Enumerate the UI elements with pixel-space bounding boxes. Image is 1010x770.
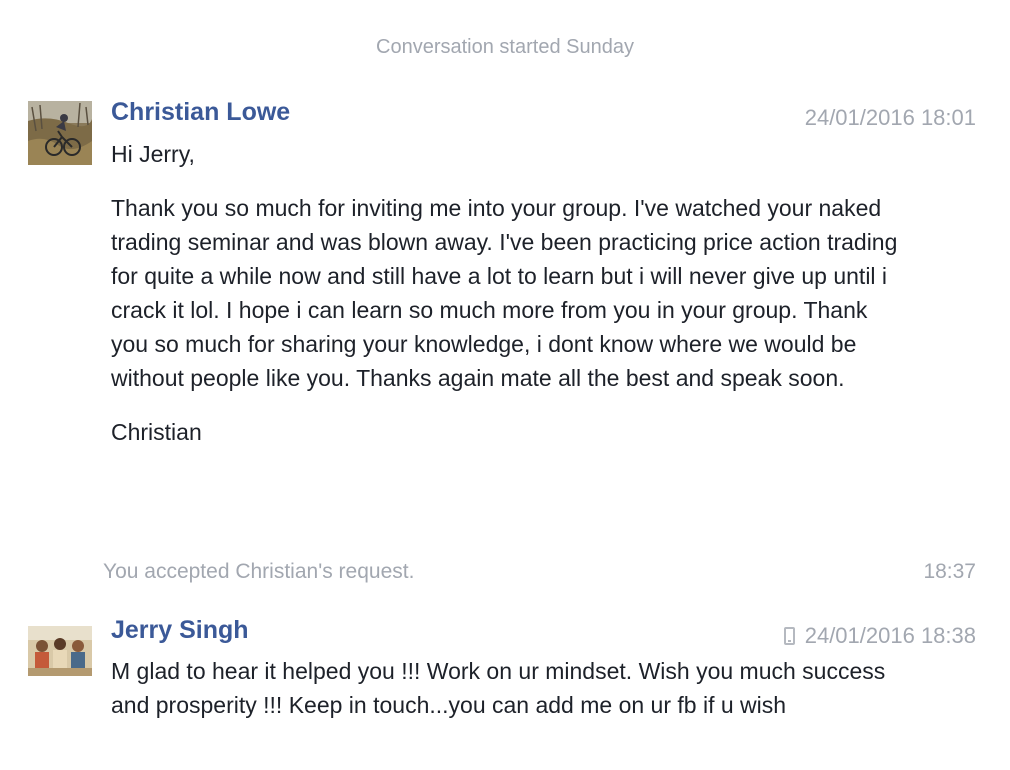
message-paragraph: Thank you so much for inviting me into y…	[111, 195, 898, 391]
request-accepted-notice: You accepted Christian's request.	[103, 560, 415, 583]
sender-name[interactable]: Jerry Singh	[111, 616, 249, 645]
message-paragraph: Hi Jerry,	[111, 141, 195, 167]
mobile-phone-icon	[783, 627, 795, 645]
message-timestamp-wrap: 24/01/2016 18:38	[783, 623, 976, 649]
conversation-started-label: Conversation started Sunday	[376, 36, 634, 58]
message-body: M glad to hear it helped you !!! Work on…	[111, 654, 901, 722]
request-accepted-time: 18:37	[923, 560, 976, 583]
message-paragraph: Christian	[111, 419, 202, 445]
message-timestamp: 24/01/2016 18:01	[804, 105, 976, 130]
message-paragraph: M glad to hear it helped you !!! Work on…	[111, 658, 886, 718]
mountain-biker-photo-icon	[28, 101, 92, 165]
sender-name[interactable]: Christian Lowe	[111, 98, 290, 127]
avatar-christian[interactable]	[28, 101, 92, 165]
message-body: Hi Jerry, Thank you so much for inviting…	[111, 137, 901, 449]
message-timestamp: 24/01/2016 18:38	[804, 623, 976, 648]
group-photo-icon	[28, 626, 92, 676]
avatar-jerry[interactable]	[28, 626, 92, 676]
